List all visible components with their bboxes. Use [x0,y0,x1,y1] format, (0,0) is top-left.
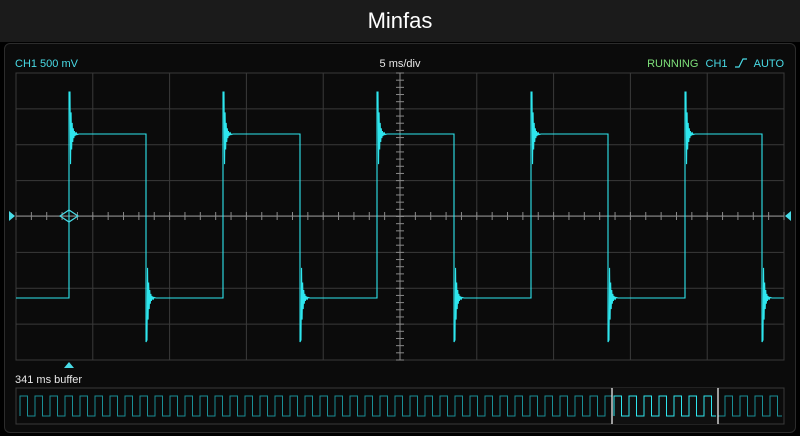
rising-edge-icon[interactable] [734,58,750,70]
buffer-overview[interactable] [15,387,785,425]
trigger-channel-label[interactable]: CH1 [706,58,728,70]
run-state-label[interactable]: RUNNING [647,58,698,70]
buffer-view-window[interactable] [611,388,719,424]
buffer-length-label: 341 ms buffer [15,374,83,386]
trigger-position-marker[interactable] [64,362,74,368]
trigger-mode-label[interactable]: AUTO [754,58,784,70]
ch1-offset-marker-left[interactable] [9,211,15,221]
trigger-status[interactable]: RUNNING CH1 AUTO [643,58,784,70]
ch1-offset-marker-right[interactable] [785,211,791,221]
center-axis-ticks [15,72,785,361]
